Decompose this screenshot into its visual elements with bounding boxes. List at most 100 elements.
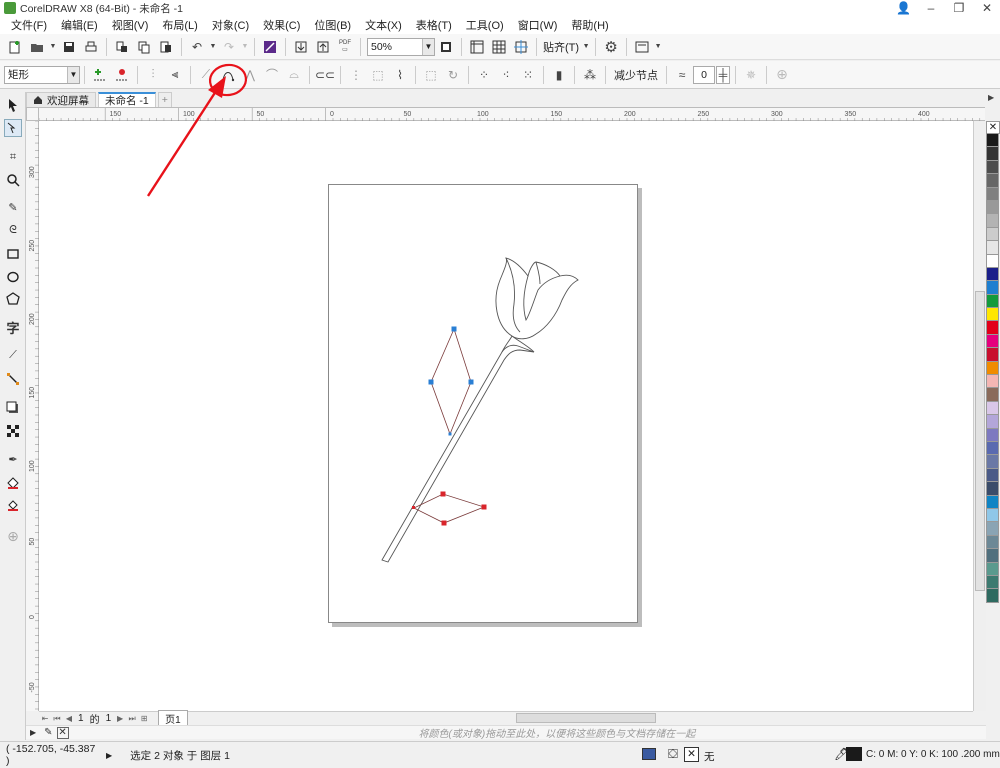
copy-icon[interactable] xyxy=(134,37,154,57)
color-swatch[interactable] xyxy=(986,468,999,483)
smooth-node-icon[interactable]: ⌒ xyxy=(262,65,282,85)
tab-welcome-screen[interactable]: 欢迎屏幕 xyxy=(26,92,96,107)
chevron-down-icon[interactable]: ▼ xyxy=(422,38,434,55)
new-document-icon[interactable] xyxy=(5,37,25,57)
menu-item[interactable]: 视图(V) xyxy=(105,17,156,33)
print-icon[interactable] xyxy=(81,37,101,57)
color-swatch[interactable] xyxy=(986,134,999,148)
paste-icon[interactable] xyxy=(156,37,176,57)
interactive-fill-tool-icon[interactable] xyxy=(4,474,22,492)
cut-icon[interactable] xyxy=(112,37,132,57)
shape-tool-icon[interactable] xyxy=(4,119,22,137)
outline-color-swatch[interactable] xyxy=(846,747,862,761)
add-tool-icon[interactable]: ⊕ xyxy=(4,527,22,545)
color-swatch[interactable] xyxy=(986,415,999,429)
color-swatch[interactable] xyxy=(986,508,999,523)
color-swatch[interactable] xyxy=(986,522,999,536)
publish-pdf-icon[interactable]: PDF ▭ xyxy=(335,37,355,57)
color-swatch[interactable] xyxy=(986,482,999,496)
page-next-icon[interactable]: ▶ xyxy=(114,713,126,725)
menu-item[interactable]: 表格(T) xyxy=(409,17,459,33)
chevron-down-icon[interactable]: ▼ xyxy=(67,66,79,83)
new-tab-button[interactable]: + xyxy=(157,92,172,107)
align-nodes-icon[interactable]: ⁘ xyxy=(474,65,494,85)
show-bounding-box-icon[interactable]: ✵ xyxy=(741,65,761,85)
undo-dropdown-icon[interactable]: ▼ xyxy=(209,37,217,57)
select-all-nodes-icon[interactable]: ⁂ xyxy=(580,65,600,85)
reflect-horizontal-icon[interactable]: ⁖ xyxy=(496,65,516,85)
zoom-tool-icon[interactable] xyxy=(4,171,22,189)
page-prev-icon[interactable]: ◀ xyxy=(63,713,75,725)
tab-untitled-1[interactable]: 未命名 -1 xyxy=(98,92,156,107)
menu-item[interactable]: 帮助(H) xyxy=(564,17,615,33)
color-swatch[interactable] xyxy=(986,308,999,322)
document-color-settings-icon[interactable] xyxy=(642,748,656,760)
docbar-expand-icon[interactable]: ▶ xyxy=(30,728,36,737)
menu-item[interactable]: 位图(B) xyxy=(307,17,358,33)
parallel-dimension-tool-icon[interactable]: ⟋ xyxy=(4,346,22,364)
color-swatch[interactable] xyxy=(986,441,999,456)
ruler-origin[interactable] xyxy=(26,107,39,121)
color-swatch[interactable] xyxy=(986,187,999,201)
reverse-direction-icon[interactable]: ⊂⊂ xyxy=(315,65,335,85)
curve-smoothness-icon[interactable]: ≈ xyxy=(672,65,692,85)
redo-dropdown-icon[interactable]: ▼ xyxy=(241,37,249,57)
horizontal-ruler[interactable]: 150 100 50 0 50 100 150 200 250 300 350 400 xyxy=(38,107,985,122)
no-color-swatch-icon[interactable]: ✕ xyxy=(986,121,1000,134)
open-dropdown-icon[interactable]: ▼ xyxy=(49,37,57,57)
artistic-media-tool-icon[interactable]: ᘓ xyxy=(4,221,22,239)
drop-shadow-tool-icon[interactable] xyxy=(4,399,22,417)
color-swatch[interactable] xyxy=(986,549,999,563)
color-swatch[interactable] xyxy=(986,160,999,175)
search-content-icon[interactable] xyxy=(260,37,280,57)
document-page[interactable] xyxy=(328,184,638,623)
color-swatch[interactable] xyxy=(986,401,999,416)
minimize-button[interactable]: – xyxy=(924,1,938,15)
page-first-icon[interactable]: ⇤ xyxy=(39,713,51,725)
color-swatch[interactable] xyxy=(986,227,999,242)
zoom-level-select[interactable]: 50% ▼ xyxy=(367,37,435,56)
open-folder-icon[interactable] xyxy=(27,37,47,57)
color-swatch[interactable] xyxy=(986,321,999,335)
export-icon[interactable] xyxy=(313,37,333,57)
full-screen-icon[interactable] xyxy=(436,37,456,57)
convert-to-line-icon[interactable]: ⟋ xyxy=(196,65,216,85)
text-tool-icon[interactable]: 字 xyxy=(4,318,22,336)
color-swatch[interactable] xyxy=(986,267,999,282)
show-grid-icon[interactable] xyxy=(489,37,509,57)
menu-item[interactable]: 工具(O) xyxy=(459,17,511,33)
save-icon[interactable] xyxy=(59,37,79,57)
redo-icon[interactable]: ↷ xyxy=(219,37,239,57)
vertical-scrollbar-thumb[interactable] xyxy=(975,291,985,591)
color-swatch[interactable] xyxy=(986,589,999,603)
add-property-icon[interactable]: ⊕ xyxy=(772,65,792,85)
color-swatch[interactable] xyxy=(986,455,999,469)
color-swatch[interactable] xyxy=(986,281,999,295)
rotate-nodes-icon[interactable]: ↻ xyxy=(443,65,463,85)
user-icon[interactable]: 👤 xyxy=(896,1,911,15)
convert-to-curve-icon[interactable] xyxy=(218,65,238,85)
curve-smoothness-input[interactable]: 0 xyxy=(693,65,715,84)
color-swatch[interactable] xyxy=(986,388,999,402)
page-start-icon[interactable]: ⏮ xyxy=(51,713,63,725)
launcher-dropdown-icon[interactable]: ▼ xyxy=(654,37,662,57)
snap-to-menu[interactable]: 贴齐(T) xyxy=(543,39,579,55)
color-swatch[interactable] xyxy=(986,147,999,161)
reflect-vertical-icon[interactable]: ⁙ xyxy=(518,65,538,85)
polygon-tool-icon[interactable] xyxy=(4,290,22,308)
color-swatch[interactable] xyxy=(986,575,999,590)
smart-fill-tool-icon[interactable] xyxy=(4,496,22,514)
color-swatch[interactable] xyxy=(986,241,999,255)
color-swatch[interactable] xyxy=(986,361,999,376)
close-curve-icon[interactable]: ⌇ xyxy=(390,65,410,85)
color-swatch[interactable] xyxy=(986,562,999,576)
color-swatch[interactable] xyxy=(986,334,999,349)
extract-subpath-icon[interactable]: ⬚ xyxy=(368,65,388,85)
status-expand-icon[interactable]: ▶ xyxy=(106,751,112,760)
delete-node-icon[interactable] xyxy=(112,65,132,85)
page-end-icon[interactable]: ⏭ xyxy=(126,713,138,725)
menu-item[interactable]: 编辑(E) xyxy=(54,17,105,33)
close-button[interactable]: ✕ xyxy=(980,1,994,15)
connector-tool-icon[interactable] xyxy=(4,370,22,388)
color-swatch[interactable] xyxy=(986,535,999,550)
